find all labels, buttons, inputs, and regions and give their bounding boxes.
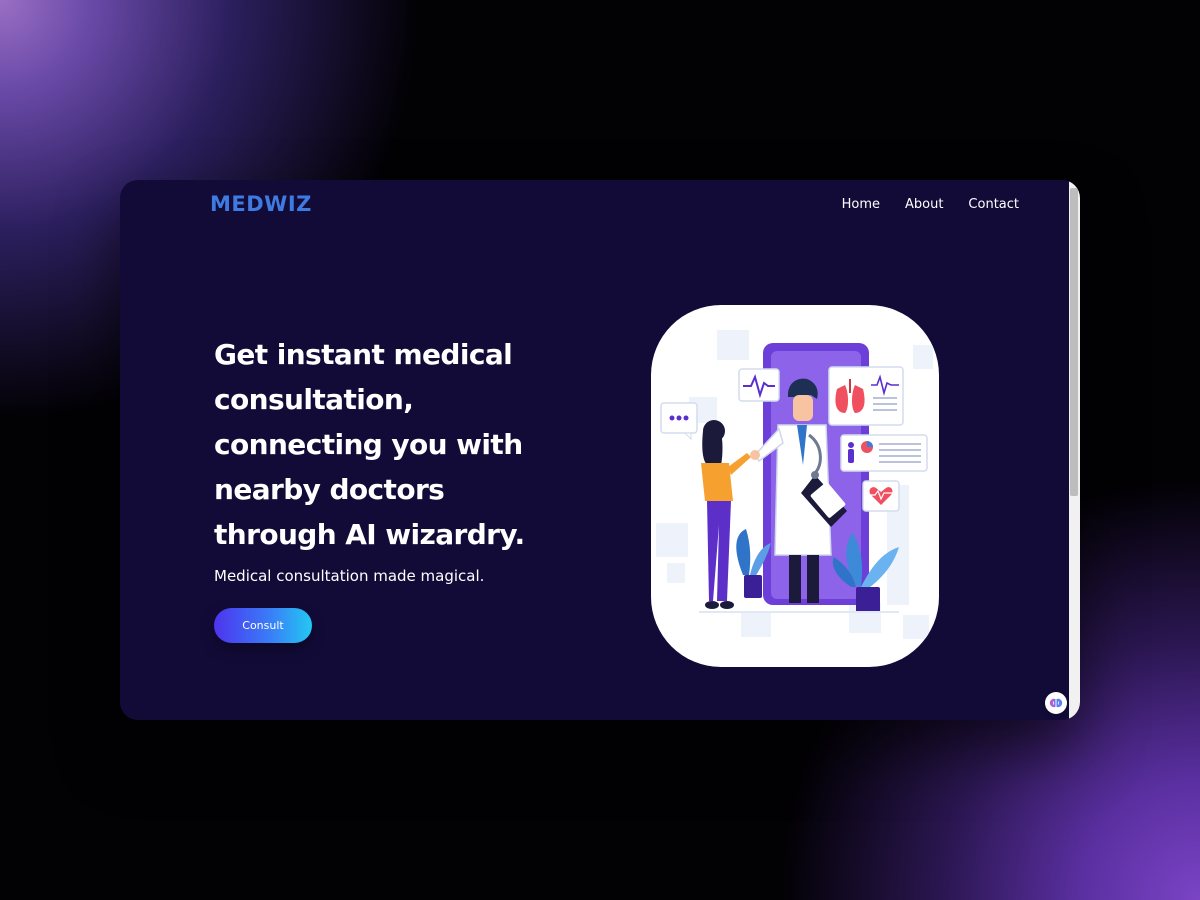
consult-button[interactable]: Consult [214, 608, 312, 643]
scrollbar[interactable] [1069, 180, 1080, 720]
assistant-badge[interactable] [1045, 692, 1067, 714]
nav-about[interactable]: About [905, 197, 943, 212]
hero-headline: Get instant medical consultation, connec… [214, 338, 525, 551]
hero-subline: Medical consultation made magical. [214, 567, 485, 585]
nav-home[interactable]: Home [842, 197, 880, 212]
hero-illustration [651, 305, 939, 667]
main-nav: Home About Contact [842, 197, 1019, 212]
doctor-patient-illustration [656, 330, 933, 639]
nav-contact[interactable]: Contact [968, 197, 1019, 212]
brain-icon [1049, 698, 1063, 708]
scrollbar-thumb[interactable] [1070, 188, 1078, 496]
browser-window: MEDWIZ Home About Contact Get instant me… [120, 180, 1080, 720]
logo[interactable]: MEDWIZ [210, 192, 312, 216]
